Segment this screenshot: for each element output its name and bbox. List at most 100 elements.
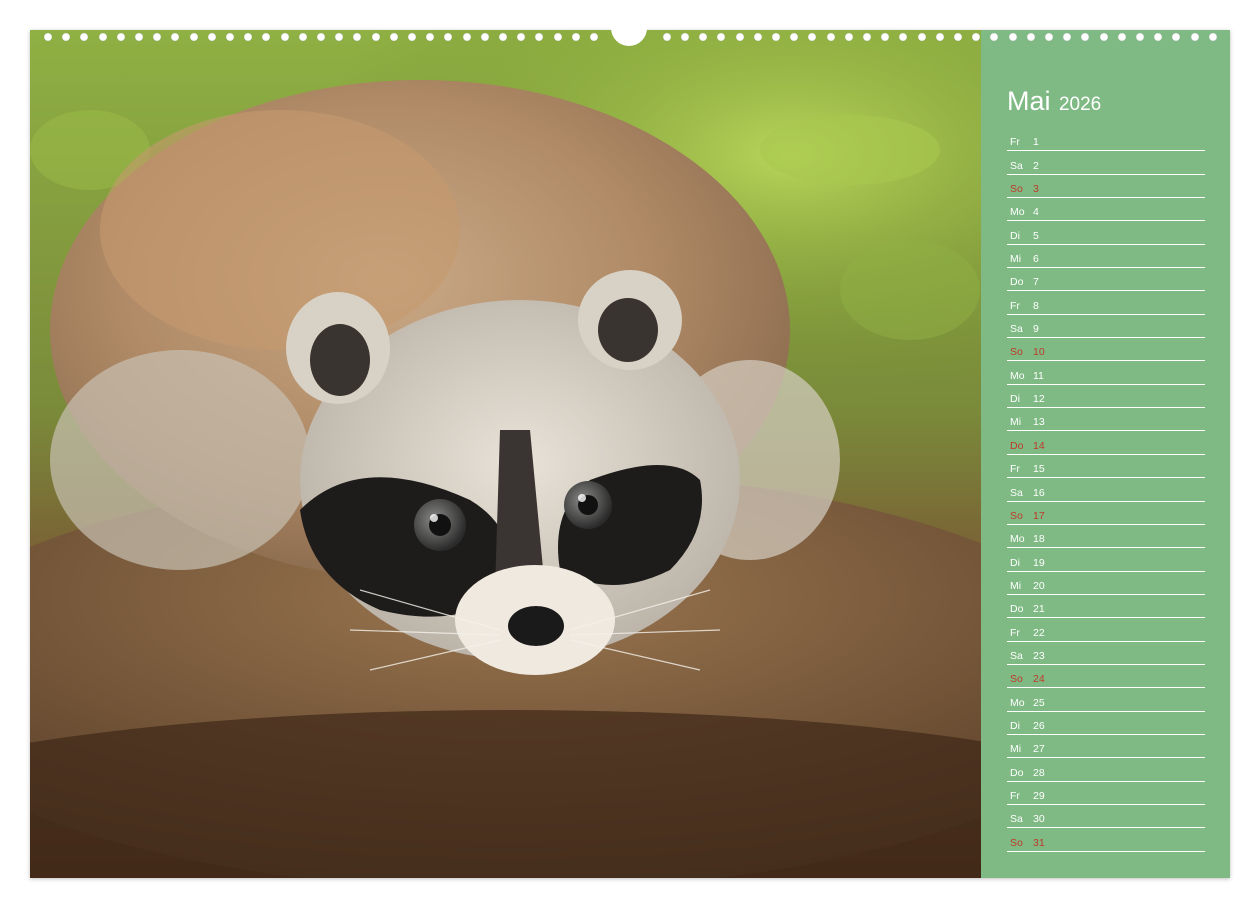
binding-hole xyxy=(772,33,780,41)
binding-hole xyxy=(1063,33,1072,41)
binding-hole xyxy=(80,33,89,41)
binding-hole xyxy=(717,33,726,41)
day-number: 1 xyxy=(1033,136,1039,149)
day-number: 12 xyxy=(1033,393,1045,406)
day-abbr: Di xyxy=(1010,719,1020,732)
day-number: 27 xyxy=(1033,743,1045,756)
day-row: Sa 23 xyxy=(1007,642,1205,665)
day-number: 16 xyxy=(1033,486,1045,499)
day-abbr: Do xyxy=(1010,439,1024,452)
binding-hole xyxy=(1208,33,1217,41)
binding-hole xyxy=(1081,33,1090,41)
day-number: 19 xyxy=(1033,556,1045,569)
day-abbr: Do xyxy=(1010,276,1024,289)
binding-hole xyxy=(1136,33,1144,41)
day-abbr: Mo xyxy=(1010,369,1025,382)
day-number: 20 xyxy=(1033,579,1045,592)
day-row: Di 26 xyxy=(1007,712,1205,735)
binding-hole xyxy=(1026,33,1035,41)
binding-hole xyxy=(262,33,271,41)
day-number: 10 xyxy=(1033,346,1045,359)
binding-hole xyxy=(462,33,471,41)
day-number: 13 xyxy=(1033,416,1045,429)
binding-hole xyxy=(44,33,52,41)
binding-hole xyxy=(426,33,435,41)
day-row: Do 14 xyxy=(1007,431,1205,455)
binding-hole xyxy=(244,33,253,41)
binding-hole xyxy=(189,33,198,41)
calendar-sidebar: Mai 2026 Fr 1 Sa 2 So 3 Mo 4 Di 5 Mi 6 Do 7 Fr 8 Sa 9 So 10… xyxy=(981,30,1230,878)
day-abbr: Do xyxy=(1010,766,1024,779)
month-title: Mai 2026 xyxy=(1007,86,1101,117)
binding-hole xyxy=(135,33,143,41)
day-row: Di 12 xyxy=(1007,385,1205,409)
day-number: 28 xyxy=(1033,766,1045,779)
day-number: 3 xyxy=(1033,183,1039,196)
binding-hole xyxy=(317,33,325,41)
binding-hole xyxy=(408,33,416,41)
day-row: Fr 8 xyxy=(1007,291,1205,315)
day-abbr: Do xyxy=(1010,603,1024,616)
day-row: Do 21 xyxy=(1007,595,1205,619)
binding-hole xyxy=(226,33,234,41)
binding-hole xyxy=(1172,33,1181,41)
day-number: 31 xyxy=(1033,836,1045,849)
day-number: 23 xyxy=(1033,649,1045,662)
day-row: Mo 11 xyxy=(1007,361,1205,385)
day-row: So 24 xyxy=(1007,665,1205,689)
binding-hole xyxy=(153,33,162,41)
spiral-binding xyxy=(30,18,1230,46)
day-number: 24 xyxy=(1033,673,1045,686)
day-number: 8 xyxy=(1033,299,1039,312)
day-number: 30 xyxy=(1033,813,1045,826)
day-number: 26 xyxy=(1033,719,1045,732)
day-row: Sa 2 xyxy=(1007,151,1205,175)
day-number: 29 xyxy=(1033,789,1045,802)
binding-hole xyxy=(371,33,380,41)
day-abbr: So xyxy=(1010,673,1023,686)
hanger-notch xyxy=(611,18,647,46)
binding-hole xyxy=(844,33,853,41)
day-row: Mi 13 xyxy=(1007,408,1205,432)
day-row: Do 28 xyxy=(1007,758,1205,782)
day-row: Fr 15 xyxy=(1007,455,1205,479)
binding-hole xyxy=(699,33,708,41)
day-row: Fr 29 xyxy=(1007,782,1205,805)
day-row: Mo 25 xyxy=(1007,688,1205,712)
binding-hole xyxy=(480,33,489,41)
day-abbr: Mo xyxy=(1010,206,1025,219)
day-list: Fr 1 Sa 2 So 3 Mo 4 Di 5 Mi 6 Do 7 Fr 8 Sa 9 So 10 Mo 11 Di 12 M… xyxy=(1007,128,1205,852)
day-row: Mi 6 xyxy=(1007,245,1205,269)
day-row: Di 19 xyxy=(1007,548,1205,572)
binding-hole xyxy=(535,33,544,41)
binding-hole xyxy=(881,33,890,41)
day-number: 2 xyxy=(1033,159,1039,172)
binding-hole xyxy=(298,33,307,41)
binding-hole xyxy=(571,33,580,41)
raccoon-illustration xyxy=(30,30,981,878)
day-row: Mi 27 xyxy=(1007,735,1205,759)
day-row: Sa 16 xyxy=(1007,478,1205,502)
day-abbr: Mi xyxy=(1010,579,1022,592)
binding-hole xyxy=(1099,33,1108,41)
binding-hole xyxy=(917,33,926,41)
day-row: So 31 xyxy=(1007,828,1205,852)
day-abbr: Fr xyxy=(1010,136,1020,149)
binding-hole xyxy=(681,33,689,41)
month-year: 2026 xyxy=(1058,94,1102,115)
binding-hole xyxy=(389,33,398,41)
day-number: 17 xyxy=(1033,509,1045,522)
day-number: 25 xyxy=(1033,696,1045,709)
day-abbr: Fr xyxy=(1010,463,1020,476)
binding-hole xyxy=(280,33,289,41)
day-abbr: Fr xyxy=(1010,299,1020,312)
day-abbr: So xyxy=(1010,183,1023,196)
day-abbr: Mi xyxy=(1010,416,1022,429)
day-number: 6 xyxy=(1033,253,1039,266)
day-abbr: Sa xyxy=(1010,486,1023,499)
day-abbr: Mo xyxy=(1010,696,1025,709)
day-number: 11 xyxy=(1033,369,1044,382)
day-number: 14 xyxy=(1033,439,1045,452)
day-number: 4 xyxy=(1033,206,1039,219)
day-number: 5 xyxy=(1033,229,1039,242)
